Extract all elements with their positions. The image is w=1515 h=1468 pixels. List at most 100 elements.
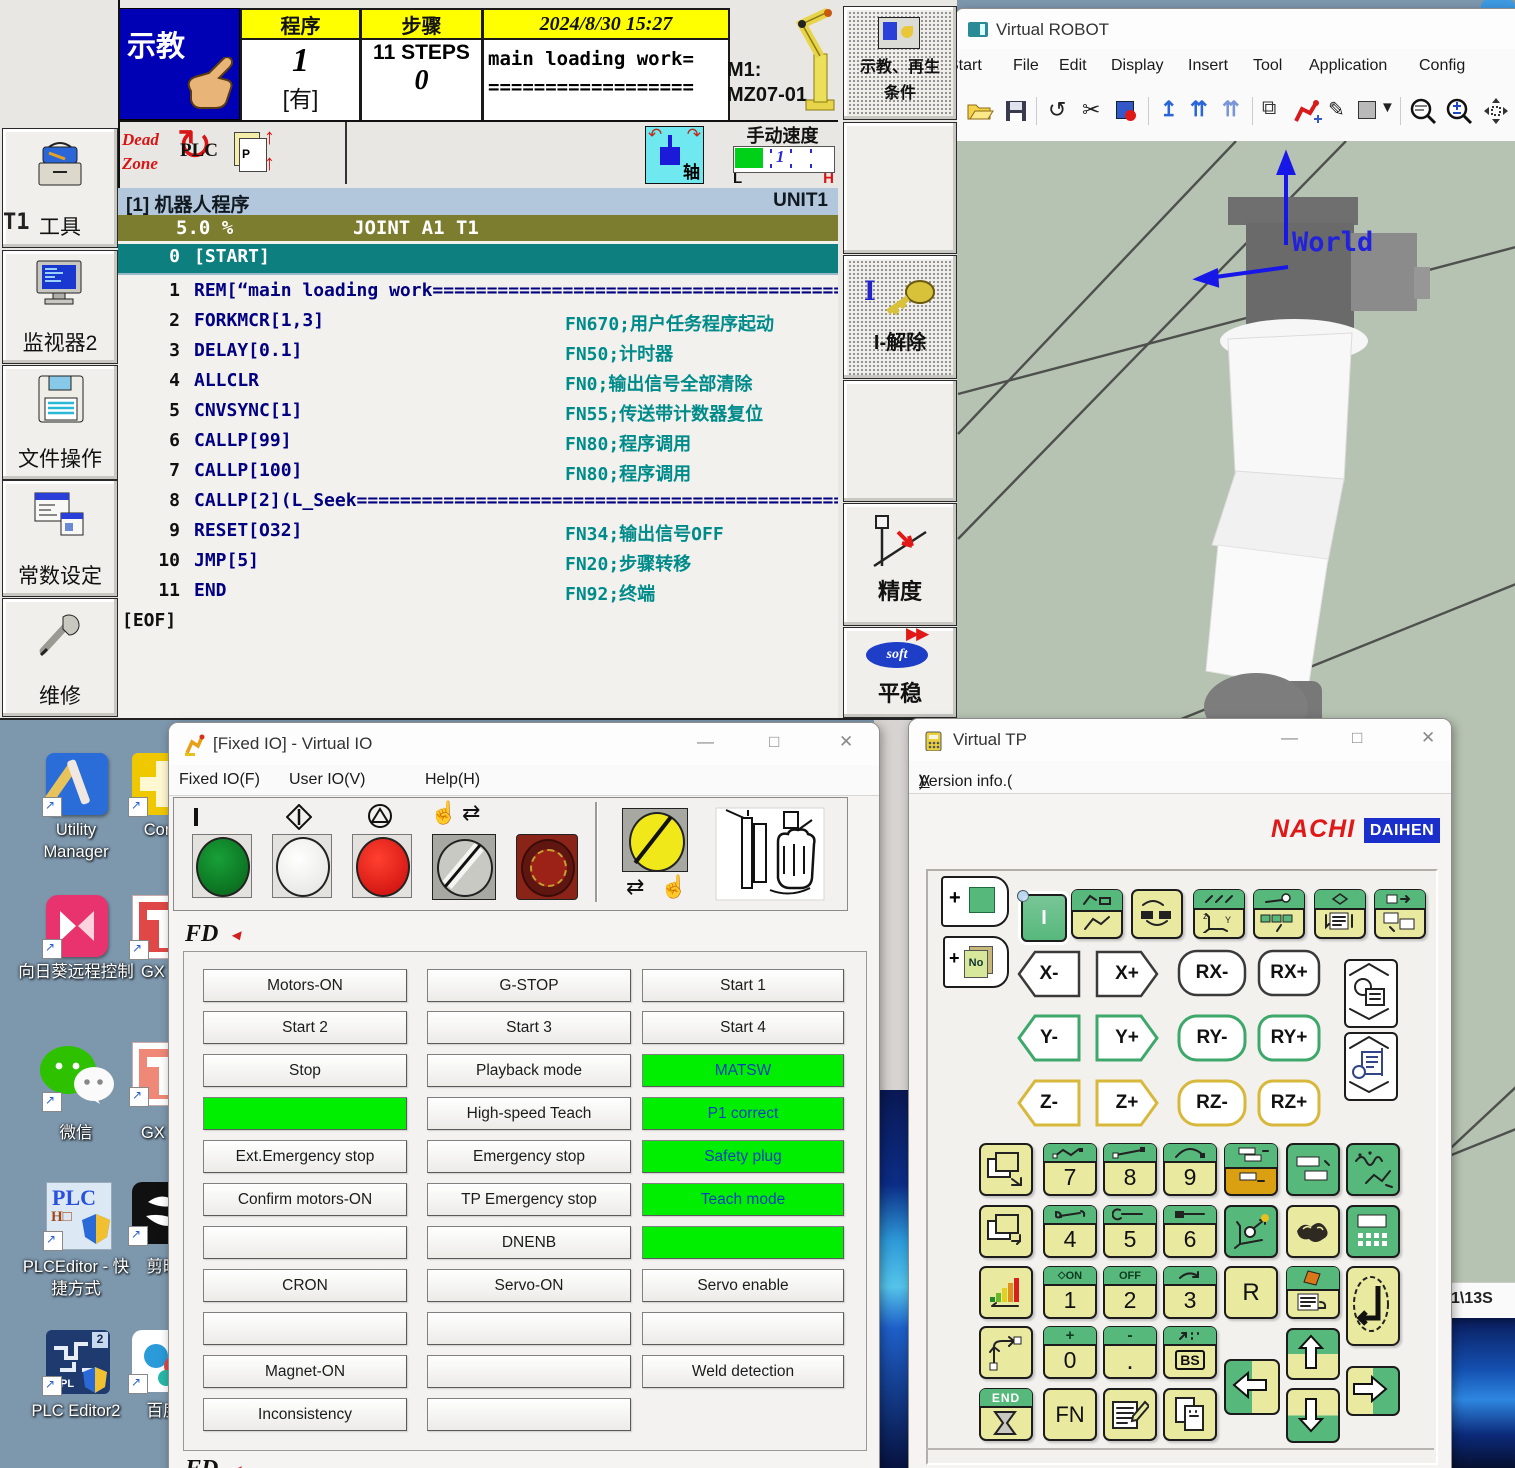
program-line[interactable]: 6CALLP[99]FN80;程序调用 — [118, 430, 838, 460]
program-line[interactable]: 4ALLCLRFN0;输出信号全部清除 — [118, 370, 838, 400]
jog-rx-minus-key[interactable]: RX- — [1176, 948, 1248, 998]
program-line[interactable]: 3DELAY[0.1]FN50;计时器 — [118, 340, 838, 370]
interference-release-button[interactable]: I I-解除 — [843, 255, 957, 379]
open-file-icon[interactable] — [966, 99, 994, 123]
minimize-button[interactable]: — — [697, 732, 714, 752]
io-button-ext-emergency-stop[interactable]: Ext.Emergency stop — [203, 1140, 407, 1173]
keypad-display-key[interactable] — [1346, 1205, 1400, 1258]
coordinate-system-key[interactable]: Yz — [1193, 889, 1245, 939]
key-3-arc[interactable]: 3 — [1163, 1266, 1217, 1319]
io-button-weld-detection[interactable]: Weld detection — [642, 1355, 844, 1388]
unit-switch-key[interactable] — [1071, 889, 1123, 939]
side-button-blank-2[interactable] — [843, 380, 957, 502]
program-line[interactable]: 8CALLP[2](L_Seek========================… — [118, 490, 838, 520]
overlap-key[interactable] — [1224, 1143, 1278, 1196]
io-button-dnenb[interactable]: DNENB — [427, 1226, 631, 1259]
edit-key[interactable] — [1103, 1388, 1157, 1441]
io-button-blank[interactable] — [427, 1398, 631, 1431]
close-button[interactable]: ✕ — [1421, 728, 1435, 748]
frames-ghost-icon[interactable]: ⇈ — [1222, 97, 1240, 122]
menu-config[interactable]: Config — [1419, 57, 1465, 75]
weave-key[interactable] — [1346, 1143, 1400, 1196]
io-button-stop[interactable]: Stop — [203, 1054, 407, 1087]
screen-switch-key[interactable] — [1374, 889, 1426, 939]
io-button-emergency-stop[interactable]: Emergency stop — [427, 1140, 631, 1173]
frame-axis-icon[interactable]: ↥ — [1160, 97, 1178, 122]
program-line[interactable]: 7CALLP[100]FN80;程序调用 — [118, 460, 838, 490]
io-indicator-p1-correct[interactable]: P1 correct — [642, 1097, 844, 1130]
speed-key[interactable] — [979, 1266, 1033, 1319]
jog-x-minus-key[interactable]: X- — [1016, 949, 1082, 999]
check-speed-key[interactable] — [1253, 889, 1305, 939]
cut-icon[interactable]: ✂ — [1082, 97, 1100, 123]
io-button-blank[interactable] — [203, 1226, 407, 1259]
menu-file[interactable]: File — [1013, 57, 1039, 75]
menu-user-io[interactable]: User IO(V) — [289, 771, 365, 789]
menu-tool[interactable]: Tool — [1253, 57, 1282, 75]
key-9-circular[interactable]: 9 — [1163, 1143, 1217, 1196]
virtual-tp-titlebar[interactable]: Virtual TP — □ ✕ — [909, 719, 1451, 762]
io-indicator-safety-plug[interactable]: Safety plug — [642, 1140, 844, 1173]
accuracy-button[interactable]: 精度 — [843, 503, 957, 626]
zoom-inout-icon[interactable] — [1444, 96, 1474, 126]
menu-display[interactable]: Display — [1111, 57, 1163, 75]
io-button-confirm-motors-on[interactable]: Confirm motors-ON — [203, 1183, 407, 1216]
jog-rx-plus-key[interactable]: RX+ — [1256, 948, 1322, 998]
menu-edit[interactable]: Edit — [1059, 57, 1087, 75]
sync-motion-key[interactable] — [1131, 889, 1183, 939]
io-button-tp-emergency-stop[interactable]: TP Emergency stop — [427, 1183, 631, 1216]
io-button-magnet-on[interactable]: Magnet-ON — [203, 1355, 407, 1388]
jog-y-plus-key[interactable]: Y+ — [1094, 1013, 1160, 1063]
menu-help[interactable]: Help(H) — [425, 771, 480, 789]
jog-z-plus-key[interactable]: Z+ — [1094, 1078, 1160, 1128]
io-button-blank[interactable] — [203, 1312, 407, 1345]
io-button-servo-on[interactable]: Servo-ON — [427, 1269, 631, 1302]
key-6-screwdriver[interactable]: 6 — [1163, 1205, 1217, 1258]
io-indicator-teach-mode[interactable]: Teach mode — [642, 1183, 844, 1216]
minimize-button[interactable]: — — [1281, 728, 1298, 748]
key-1-on[interactable]: ◇ON 1 — [1043, 1266, 1097, 1319]
screen-arrange-key[interactable] — [1286, 1143, 1340, 1196]
sidebar-file-operations-button[interactable]: 文件操作 — [2, 365, 118, 480]
jog-ry-minus-key[interactable]: RY- — [1176, 1013, 1248, 1063]
io-button-servo-enable[interactable]: Servo enable — [642, 1269, 844, 1302]
sidebar-maintenance-button[interactable]: 维修 — [2, 598, 118, 717]
enable-i-button[interactable]: I — [1021, 894, 1067, 942]
io-button-blank[interactable] — [642, 1312, 844, 1345]
io-button-cron[interactable]: CRON — [203, 1269, 407, 1302]
program-line[interactable]: 10JMP[5]FN20;步骤转移 — [118, 550, 838, 580]
cursor-right-key[interactable] — [1346, 1366, 1400, 1416]
io-button-high-speed-teach[interactable]: High-speed Teach — [427, 1097, 631, 1130]
maximize-button[interactable]: □ — [1352, 728, 1362, 748]
backspace-key[interactable]: BS — [1163, 1326, 1217, 1379]
program-select-key[interactable] — [979, 1143, 1033, 1196]
io-button-inconsistency[interactable]: Inconsistency — [203, 1398, 407, 1431]
smooth-button[interactable]: ▶▶ soft 平稳 — [843, 627, 957, 718]
measure-pen-icon[interactable]: ✎ — [1328, 97, 1345, 122]
program-line[interactable]: 1REM[“main loading work=================… — [118, 280, 838, 310]
io-indicator-matsw[interactable]: MATSW — [642, 1054, 844, 1087]
view-dropdown-icon[interactable]: ▼ — [1380, 99, 1395, 116]
motors-on-pushbutton[interactable] — [192, 834, 252, 898]
screen-add-button[interactable]: + — [941, 876, 1009, 927]
sidebar-constant-setting-button[interactable]: 常数设定 — [2, 480, 118, 597]
zoom-window-icon[interactable] — [1408, 96, 1438, 126]
menu-fixed-io[interactable]: Fixed IO(F) — [179, 771, 260, 789]
axis-jog-button[interactable]: ↶ ↷ 轴 — [645, 126, 704, 184]
cube-add-icon[interactable] — [1116, 101, 1134, 119]
clipboard-key[interactable] — [1286, 1266, 1340, 1319]
io-button-start1[interactable]: Start 1 — [642, 969, 844, 1002]
menu-insert[interactable]: Insert — [1188, 57, 1228, 75]
jog-y-minus-key[interactable]: Y- — [1016, 1013, 1082, 1063]
side-button-blank-1[interactable] — [843, 122, 957, 254]
jog-rz-minus-key[interactable]: RZ- — [1176, 1078, 1248, 1128]
page-add-button[interactable]: + No — [943, 936, 1009, 988]
view-cube-icon[interactable] — [1358, 101, 1376, 119]
stop-pushbutton[interactable] — [352, 834, 412, 898]
fn-key[interactable]: FN — [1043, 1388, 1097, 1441]
robot-pose-icon[interactable] — [1292, 97, 1322, 125]
io-button-start4[interactable]: Start 4 — [642, 1011, 844, 1044]
key-r[interactable]: R — [1224, 1266, 1278, 1319]
key-dot-minus[interactable]: - . — [1103, 1326, 1157, 1379]
io-indicator-blank-green[interactable] — [642, 1226, 844, 1259]
